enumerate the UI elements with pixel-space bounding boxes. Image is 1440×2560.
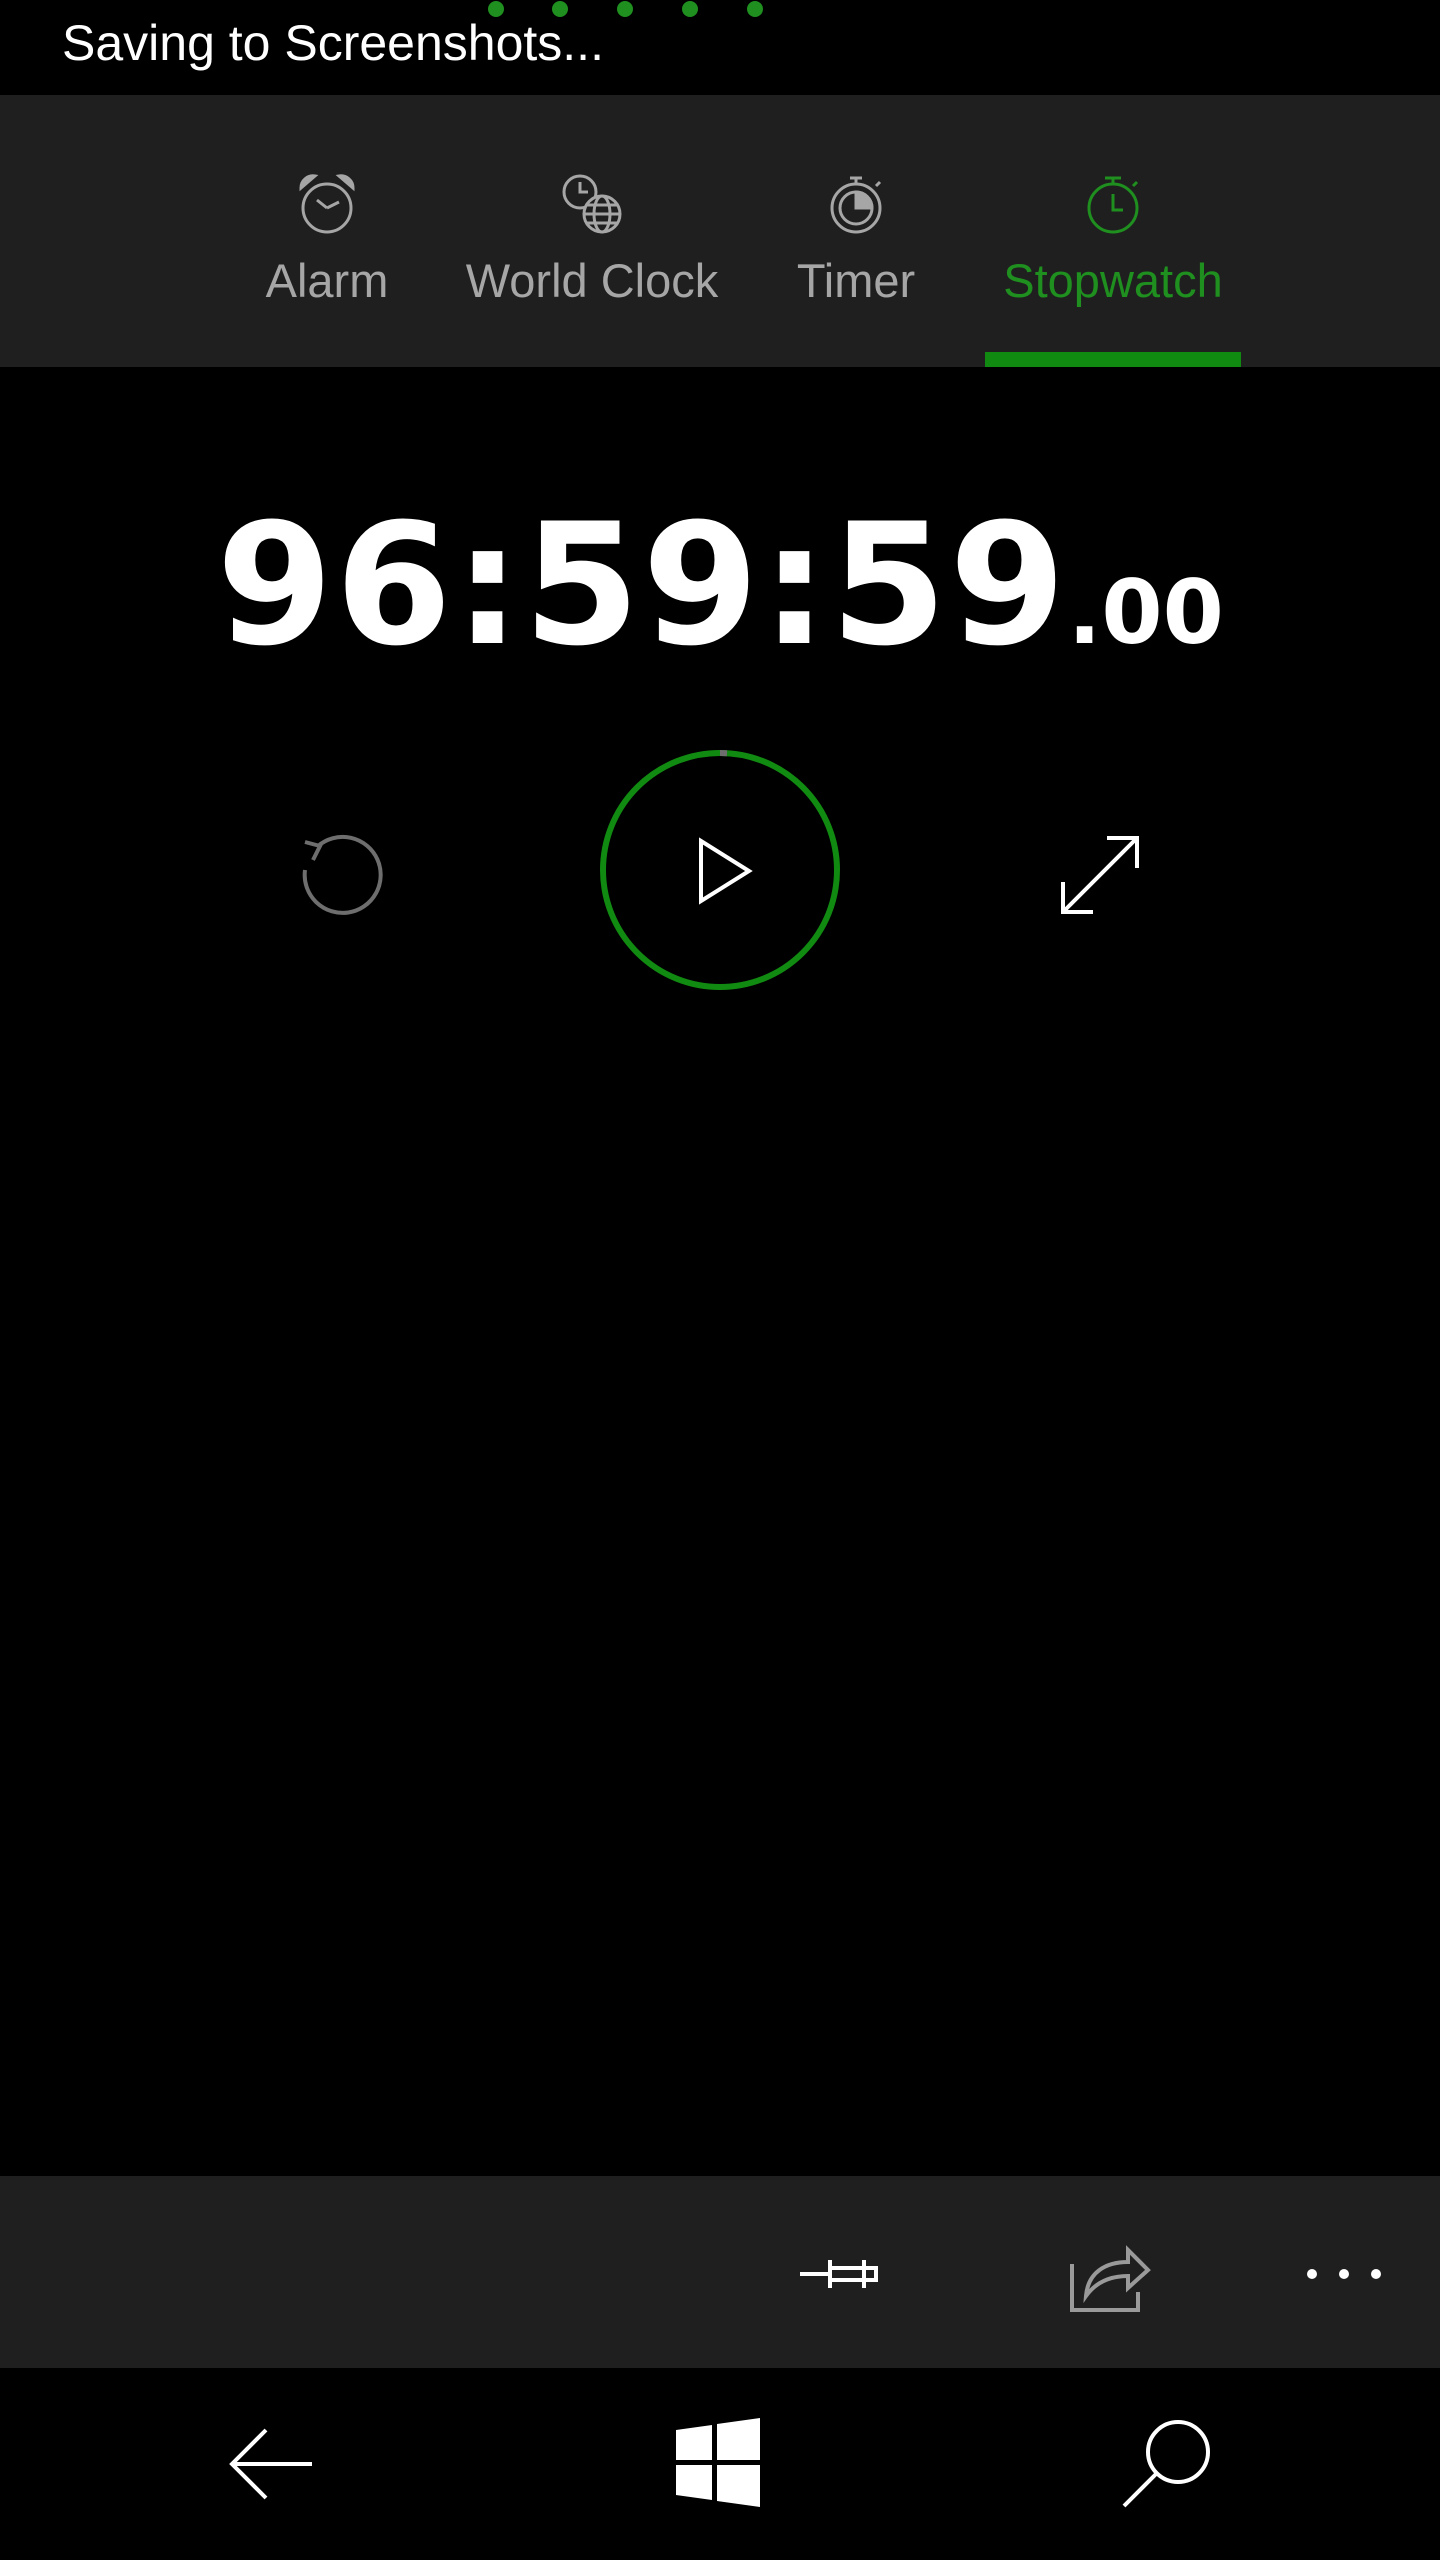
status-bar: Saving to Screenshots... — [0, 0, 1440, 95]
back-arrow-icon — [216, 2408, 328, 2520]
windows-logo-icon — [662, 2408, 774, 2520]
app-bar — [0, 2176, 1440, 2368]
play-button[interactable] — [597, 747, 843, 993]
tab-world-clock[interactable]: World Clock — [460, 95, 724, 367]
active-tab-indicator — [985, 352, 1241, 367]
timer-icon — [820, 168, 892, 240]
share-icon — [1068, 2232, 1152, 2316]
expand-icon — [1045, 820, 1155, 930]
play-icon — [597, 747, 843, 993]
more-options-button[interactable] — [1300, 2232, 1390, 2316]
reset-icon — [285, 820, 395, 930]
back-button[interactable] — [216, 2408, 328, 2520]
tab-label: World Clock — [465, 254, 719, 307]
progress-dot — [617, 1, 633, 17]
time-fraction: .00 — [1067, 561, 1224, 664]
navigation-bar — [0, 2368, 1440, 2560]
world-clock-icon — [556, 168, 628, 240]
tab-alarm[interactable]: Alarm — [247, 95, 407, 367]
progress-dot — [682, 1, 698, 17]
pivot-header: Alarm World Clock Timer Stopwatch — [0, 95, 1440, 367]
expand-button[interactable] — [1045, 820, 1155, 930]
tab-label: Alarm — [265, 254, 389, 307]
progress-dot — [747, 1, 763, 17]
status-text: Saving to Screenshots... — [62, 15, 604, 71]
time-main: 96:59:59 — [216, 487, 1068, 683]
alarm-clock-icon — [291, 168, 363, 240]
pin-icon — [798, 2232, 882, 2316]
search-icon — [1112, 2408, 1224, 2520]
search-button[interactable] — [1112, 2408, 1224, 2520]
stopwatch-icon — [1077, 168, 1149, 240]
tab-label: Timer — [796, 254, 916, 307]
tab-timer[interactable]: Timer — [780, 95, 932, 367]
tab-label: Stopwatch — [1003, 254, 1223, 307]
start-button[interactable] — [662, 2408, 774, 2520]
reset-button[interactable] — [285, 820, 395, 930]
stopwatch-time: 96:59:59.00 — [0, 485, 1440, 685]
more-icon — [1300, 2232, 1390, 2316]
tab-stopwatch[interactable]: Stopwatch — [985, 95, 1241, 367]
pin-button[interactable] — [798, 2232, 882, 2316]
share-button[interactable] — [1068, 2232, 1152, 2316]
